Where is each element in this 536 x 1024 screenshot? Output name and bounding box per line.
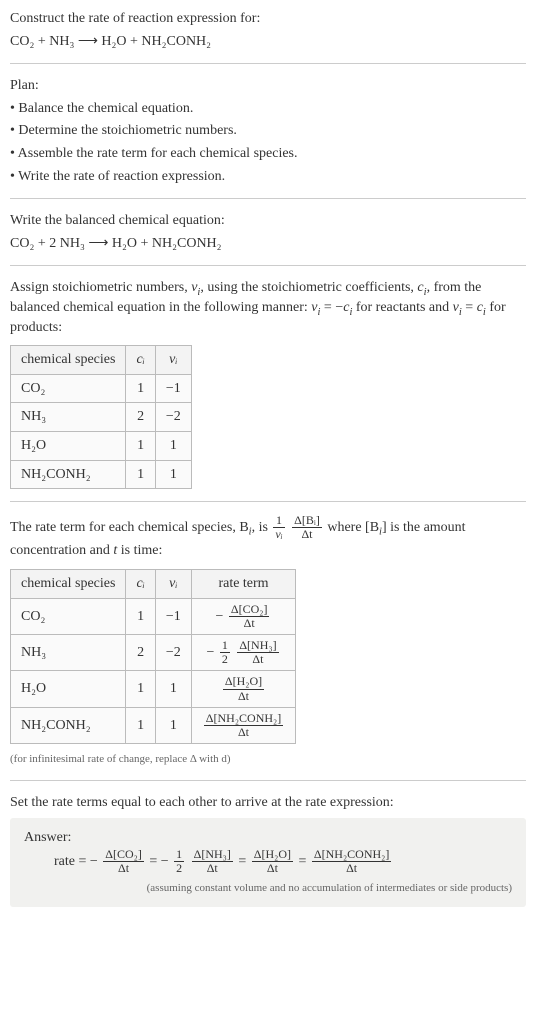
table-row: CO₂ 1 −1 xyxy=(11,374,192,403)
plan-step-2: • Determine the stoichiometric numbers. xyxy=(10,121,526,141)
plan-step-4: • Write the rate of reaction expression. xyxy=(10,167,526,187)
divider xyxy=(10,198,526,199)
col-nui: νᵢ xyxy=(155,346,191,375)
footnote-infinitesimal: (for infinitesimal rate of change, repla… xyxy=(10,752,526,767)
answer-label: Answer: xyxy=(24,828,512,848)
rate-term-text: The rate term for each chemical species,… xyxy=(10,514,526,561)
col-ci: cᵢ xyxy=(126,570,155,599)
divider xyxy=(10,780,526,781)
balanced-heading: Write the balanced chemical equation: xyxy=(10,211,526,231)
divider xyxy=(10,501,526,502)
table-row: CO₂ 1 −1 − Δ[CO₂]Δt xyxy=(11,598,296,634)
table-row: NH₂CONH₂ 1 1 xyxy=(11,460,192,489)
reaction-balanced: CO₂ + 2 NH₃ ⟶ H₂O + NH₂CONH₂ xyxy=(10,234,526,254)
stoich-table: chemical species cᵢ νᵢ CO₂ 1 −1 NH₃ 2 −2… xyxy=(10,345,192,489)
table-row: NH₂CONH₂ 1 1 Δ[NH₂CONH₂]Δt xyxy=(11,707,296,743)
col-nui: νᵢ xyxy=(155,570,191,599)
col-species: chemical species xyxy=(11,570,126,599)
stoich-text: Assign stoichiometric numbers, νi, using… xyxy=(10,278,526,337)
divider xyxy=(10,265,526,266)
final-heading: Set the rate terms equal to each other t… xyxy=(10,793,526,813)
table-row: NH₃ 2 −2 − 12 Δ[NH₃]Δt xyxy=(11,635,296,671)
construct-line: Construct the rate of reaction expressio… xyxy=(10,9,526,29)
table-row: H₂O 1 1 xyxy=(11,431,192,460)
rate-term-table: chemical species cᵢ νᵢ rate term CO₂ 1 −… xyxy=(10,569,296,744)
table-row: H₂O 1 1 Δ[H₂O]Δt xyxy=(11,671,296,707)
divider xyxy=(10,63,526,64)
answer-box: Answer: rate = − Δ[CO₂]Δt = − 12 Δ[NH₃]Δ… xyxy=(10,818,526,906)
table-row: NH₃ 2 −2 xyxy=(11,403,192,432)
assumption-note: (assuming constant volume and no accumul… xyxy=(24,881,512,896)
rate-expression: rate = − Δ[CO₂]Δt = − 12 Δ[NH₃]Δt = Δ[H₂… xyxy=(54,848,512,875)
plan-step-1: • Balance the chemical equation. xyxy=(10,99,526,119)
col-ci: cᵢ xyxy=(126,346,155,375)
plan-heading: Plan: xyxy=(10,76,526,96)
col-species: chemical species xyxy=(11,346,126,375)
plan-step-3: • Assemble the rate term for each chemic… xyxy=(10,144,526,164)
col-rate-term: rate term xyxy=(191,570,295,599)
reaction-unbalanced: CO₂ + NH₃ ⟶ H₂O + NH₂CONH₂ xyxy=(10,32,526,52)
